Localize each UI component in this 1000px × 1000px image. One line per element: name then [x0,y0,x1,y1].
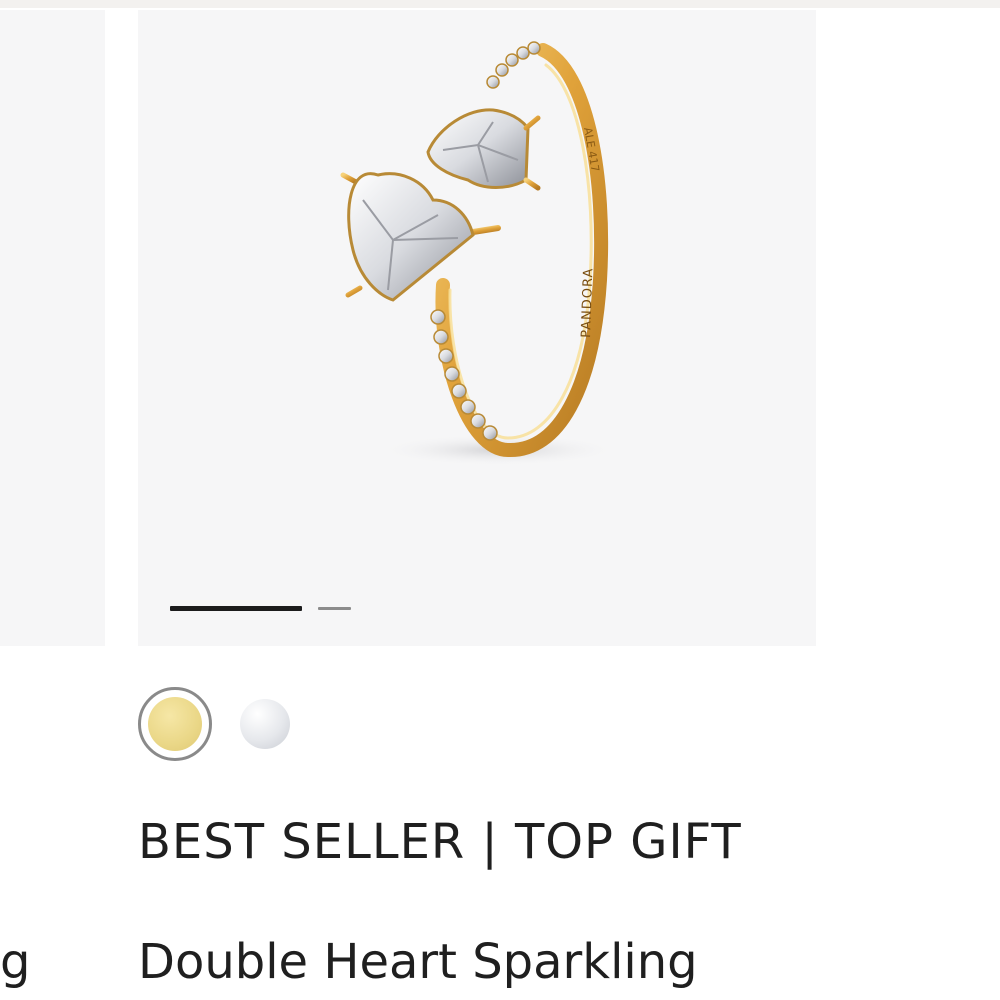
carousel-indicator [170,606,370,612]
previous-product-name[interactable]: g [0,930,30,994]
product-image[interactable]: ALE 417 PANDORA [138,10,816,646]
product-name[interactable]: Double Heart Sparkling [138,930,698,994]
ring-image: ALE 417 PANDORA [340,41,618,466]
previous-product-image[interactable] [0,10,105,646]
product-badge: BEST SELLER | TOP GIFT [138,814,742,870]
color-swatches [138,687,338,763]
carousel-dot[interactable] [318,607,351,610]
swatch-gold-selected[interactable] [138,687,212,761]
product-listing-page: ALE 417 PANDORA BEST SELLER | TOP GIFT g… [0,0,1000,1000]
top-divider [0,0,1000,8]
carousel-dot-active[interactable] [170,606,302,611]
engraving-brand: PANDORA [579,267,596,338]
swatch-silver[interactable] [240,699,290,749]
swatch-gold-fill [148,697,202,751]
